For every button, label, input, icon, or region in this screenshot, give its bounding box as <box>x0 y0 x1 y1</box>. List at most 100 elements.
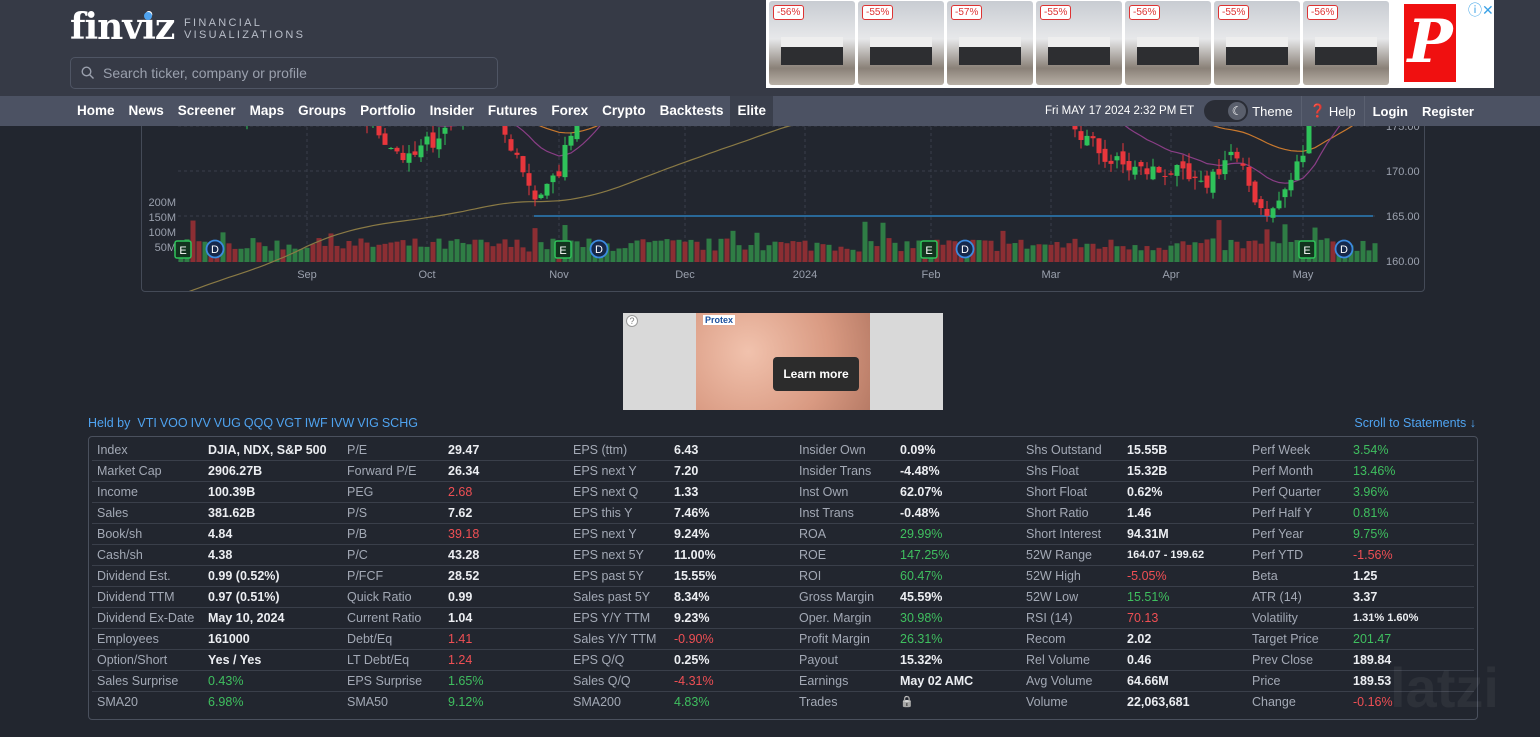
volume-bar <box>1018 239 1024 262</box>
volume-bar <box>454 239 460 262</box>
finviz-logo[interactable]: finviz <box>70 6 175 48</box>
nav-backtests[interactable]: Backtests <box>653 96 731 126</box>
metric-value: 6.43 <box>674 443 699 457</box>
candle <box>1288 179 1294 191</box>
metric-label: EPS this Y <box>573 506 633 520</box>
help-link[interactable]: Help <box>1329 104 1356 119</box>
nav-portfolio[interactable]: Portfolio <box>353 96 423 126</box>
mattress-image <box>1315 37 1377 65</box>
ad-brand-logo[interactable]: P <box>1404 4 1456 82</box>
etf-link[interactable]: VTI <box>137 416 156 430</box>
volume-bar <box>1072 238 1078 262</box>
ad-product-tile[interactable]: -56% <box>769 1 855 85</box>
volume-bar <box>286 244 292 262</box>
etf-link[interactable]: IWF <box>305 416 328 430</box>
volume-bar <box>232 248 238 262</box>
volume-bar <box>226 243 232 262</box>
metric-label: Sales past 5Y <box>573 590 651 604</box>
divider <box>1300 96 1302 126</box>
ad-product-tile[interactable]: -56% <box>1303 1 1389 85</box>
volume-bar <box>358 238 364 262</box>
register-link[interactable]: Register <box>1422 104 1474 119</box>
logo-tagline: FINANCIAL VISUALIZATIONS <box>184 17 305 41</box>
ad-brand: Protex <box>703 315 736 325</box>
metric-label: Volatility <box>1252 611 1298 625</box>
etf-link[interactable]: VGT <box>276 416 302 430</box>
theme-toggle[interactable]: ☾ <box>1204 100 1249 122</box>
volume-bar <box>880 222 886 262</box>
volume-bar <box>616 248 622 262</box>
etf-link[interactable]: VIG <box>357 416 379 430</box>
nav-maps[interactable]: Maps <box>243 96 292 126</box>
metric-value: 2906.27B <box>208 464 263 478</box>
ad-product-tile[interactable]: -56% <box>1125 1 1211 85</box>
nav-elite[interactable]: Elite <box>730 96 773 126</box>
volume-bar <box>448 240 454 262</box>
metric-label: P/E <box>347 443 368 457</box>
lock-icon[interactable]: 🔒 <box>900 692 1021 713</box>
volume-bar <box>718 238 724 262</box>
volume-bar <box>700 249 706 262</box>
help-icon[interactable]: ❓ <box>1310 103 1326 119</box>
volume-tick-label: 50M <box>155 242 176 254</box>
nav-forex[interactable]: Forex <box>544 96 595 126</box>
price-tick-label: 160.00 <box>1386 256 1420 268</box>
metric-value: -1.56% <box>1353 548 1393 562</box>
nav-crypto[interactable]: Crypto <box>595 96 653 126</box>
volume-bar <box>262 246 268 262</box>
etf-link[interactable]: VUG <box>214 416 241 430</box>
volume-bar <box>898 251 904 262</box>
discount-badge: -56% <box>1129 5 1161 20</box>
nav-insider[interactable]: Insider <box>423 96 481 126</box>
candle <box>532 190 538 200</box>
market-datetime: Fri MAY 17 2024 2:32 PM ET <box>1045 105 1195 117</box>
x-tick-label: Oct <box>418 269 435 281</box>
table-row: Sales 381.62B P/S 7.62 EPS this Y 7.46% Inst T… <box>92 503 1474 524</box>
theme-label[interactable]: Theme <box>1252 104 1292 119</box>
nav-futures[interactable]: Futures <box>481 96 545 126</box>
candle <box>1282 189 1288 198</box>
volume-bar <box>496 243 502 262</box>
mid-ad[interactable]: ? Protex Learn more <box>623 313 943 410</box>
metric-value: 9.24% <box>674 527 710 541</box>
volume-bar <box>1150 250 1156 262</box>
ad-info-icon[interactable]: ? <box>626 315 638 327</box>
nav-groups[interactable]: Groups <box>291 96 353 126</box>
ad-product-tile[interactable]: -55% <box>1036 1 1122 85</box>
etf-link[interactable]: IVW <box>331 416 355 430</box>
volume-bar <box>766 245 772 262</box>
scroll-to-statements-link[interactable]: Scroll to Statements ↓ <box>1354 416 1476 430</box>
metric-value: 4.84 <box>208 527 233 541</box>
metric-value: 7.46% <box>674 506 710 520</box>
etf-link[interactable]: QQQ <box>244 416 273 430</box>
ad-close-icon[interactable]: ⓘ✕ <box>1468 0 1494 20</box>
learn-more-button[interactable]: Learn more <box>773 357 859 391</box>
nav-screener[interactable]: Screener <box>171 96 243 126</box>
volume-bar <box>814 242 820 262</box>
top-banner-ad[interactable]: -56% -55% -57% -55% -56% -55% -56% <box>766 0 1494 88</box>
nav-home[interactable]: Home <box>70 96 122 126</box>
search-input[interactable] <box>103 65 483 81</box>
search-box[interactable] <box>70 57 498 89</box>
ad-product-tile[interactable]: -57% <box>947 1 1033 85</box>
candle <box>550 175 556 183</box>
metric-label: EPS Q/Q <box>573 653 625 667</box>
nav-news[interactable]: News <box>122 96 171 126</box>
candle <box>400 152 406 161</box>
login-link[interactable]: Login <box>1373 104 1408 119</box>
candle <box>1144 168 1150 175</box>
mattress-image <box>1226 37 1288 65</box>
etf-link[interactable]: VOO <box>160 416 188 430</box>
metric-label: RSI (14) <box>1026 611 1073 625</box>
candle <box>1294 161 1300 181</box>
metric-label: SMA50 <box>347 695 388 709</box>
volume-bar <box>1276 243 1282 262</box>
metric-label: 52W Low <box>1026 590 1079 604</box>
ad-product-tile[interactable]: -55% <box>1214 1 1300 85</box>
etf-link[interactable]: SCHG <box>382 416 418 430</box>
ad-product-tile[interactable]: -55% <box>858 1 944 85</box>
volume-bar <box>1090 243 1096 262</box>
metric-value: 13.46% <box>1353 464 1396 478</box>
etf-link[interactable]: IVV <box>191 416 211 430</box>
volume-bar <box>478 239 484 262</box>
